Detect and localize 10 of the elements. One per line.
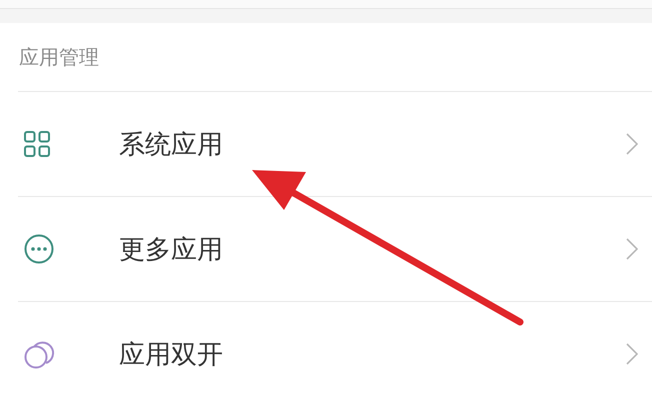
- section-title: 应用管理: [18, 44, 100, 71]
- chevron-icon: [626, 343, 638, 365]
- row-label: 系统应用: [119, 128, 224, 162]
- chevron-icon: [626, 133, 638, 155]
- grid-icon: [24, 131, 50, 157]
- row-label: 应用双开: [119, 338, 224, 372]
- row-label: 更多应用: [119, 234, 224, 266]
- more-icon: [24, 234, 54, 264]
- chevron-icon: [626, 238, 638, 260]
- settings-row[interactable]: 应用双开: [18, 301, 652, 406]
